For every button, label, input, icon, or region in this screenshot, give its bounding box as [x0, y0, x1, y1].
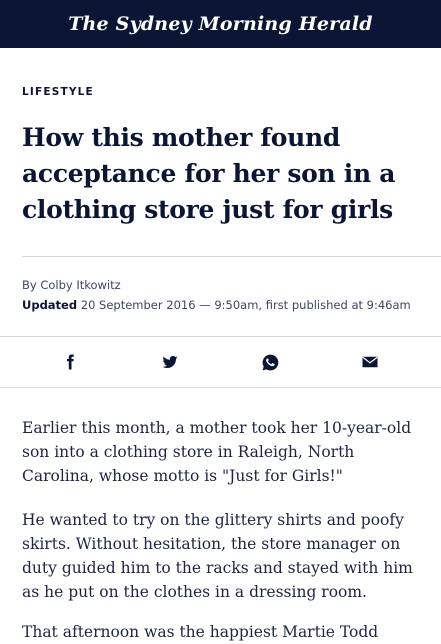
timestamp: Updated 20 September 2016 — 9:50am, firs… [22, 298, 411, 312]
updated-text: 20 September 2016 — 9:50am, first publis… [80, 298, 411, 312]
article-paragraph: He wanted to try on the glittery shirts … [22, 511, 413, 601]
article-headline: How this mother found acceptance for her… [22, 123, 396, 224]
email-icon [362, 356, 378, 368]
article-paragraph: That afternoon was the happiest Martie T… [22, 623, 379, 641]
updated-label: Updated [22, 298, 78, 312]
whatsapp-icon [262, 354, 278, 370]
share-twitter-button[interactable] [157, 349, 183, 375]
masthead-logo[interactable]: The Sydney Morning Herald [68, 13, 373, 35]
share-whatsapp-button[interactable] [257, 349, 283, 375]
section-label[interactable]: LIFESTYLE [22, 86, 94, 98]
share-bar [0, 336, 441, 388]
twitter-icon [162, 355, 178, 369]
article-paragraph: Earlier this month, a mother took her 10… [22, 419, 412, 485]
divider [22, 256, 441, 257]
byline[interactable]: By Colby Itkowitz [22, 278, 121, 292]
facebook-icon [67, 354, 74, 370]
masthead: The Sydney Morning Herald [0, 0, 441, 48]
share-email-button[interactable] [357, 349, 383, 375]
share-facebook-button[interactable] [57, 349, 83, 375]
